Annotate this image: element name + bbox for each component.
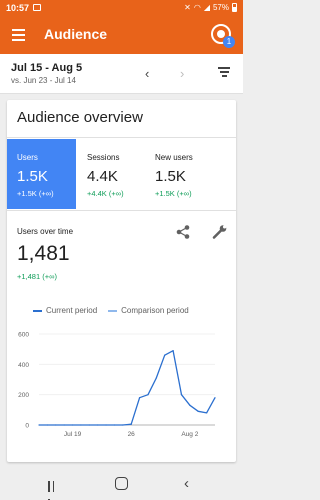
date-range-bar[interactable]: Jul 15 - Aug 5 vs. Jun 23 - Jul 14 ‹ › <box>0 54 243 94</box>
metric-new-users[interactable]: New users 1.5K +1.5K (+∞) <box>145 139 214 209</box>
next-period-icon[interactable]: › <box>180 66 184 81</box>
metric-label: Sessions <box>87 153 120 162</box>
status-bar: 10:57 ✕ ◠ ◢ 57% <box>0 0 243 16</box>
y-tick-label: 600 <box>18 332 29 339</box>
data-point <box>214 397 216 399</box>
menu-icon[interactable] <box>10 26 28 44</box>
legend-swatch <box>108 309 118 312</box>
x-tick-label: Jul 19 <box>64 431 82 438</box>
data-point <box>130 423 132 425</box>
data-point <box>197 410 199 412</box>
metric-value: 1.5K <box>155 168 186 185</box>
metric-delta: +4.4K (+∞) <box>87 189 124 198</box>
metric-users[interactable]: Users 1.5K +1.5K (+∞) <box>7 139 76 209</box>
legend-swatch <box>33 309 42 312</box>
app-bar: Audience 1 <box>0 16 243 54</box>
data-point <box>172 350 174 352</box>
divider <box>7 210 236 211</box>
status-icons: ✕ ◠ ◢ 57% <box>184 3 237 12</box>
legend-item: Current period <box>33 306 97 315</box>
data-point <box>88 424 90 426</box>
data-point <box>164 354 166 356</box>
metric-value: 1.5K <box>17 168 48 185</box>
wifi-icon: ◠ <box>193 3 201 12</box>
x-tick-label: Aug 2 <box>181 431 198 438</box>
metric-delta: +1.5K (+∞) <box>155 189 192 198</box>
recent-apps-icon[interactable] <box>48 479 60 500</box>
share-icon[interactable] <box>175 224 191 240</box>
divider <box>7 137 236 138</box>
data-point <box>180 394 183 396</box>
chart-legend: Current period Comparison period <box>33 306 200 315</box>
legend-label: Current period <box>46 306 98 315</box>
data-point <box>105 424 107 426</box>
data-point <box>138 397 141 399</box>
home-icon[interactable] <box>115 477 128 490</box>
data-point <box>80 424 82 426</box>
gallery-notification-icon <box>33 4 41 11</box>
data-point <box>38 424 40 426</box>
data-point <box>55 424 57 426</box>
metric-label: Users <box>17 153 38 162</box>
audience-overview-card: Audience overview Users 1.5K +1.5K (+∞) … <box>7 100 236 462</box>
series-line-current-period <box>39 350 216 426</box>
back-icon[interactable]: ‹ <box>184 475 189 492</box>
wrench-icon[interactable] <box>212 224 228 240</box>
data-point <box>147 394 149 396</box>
notification-badge: 1 <box>223 36 235 48</box>
y-tick-label: 200 <box>18 392 29 399</box>
data-point <box>63 424 65 426</box>
data-point <box>71 424 74 426</box>
system-nav-bar: ‹ <box>0 470 243 500</box>
data-point <box>155 377 157 379</box>
data-point <box>189 404 191 406</box>
x-tick-label: 26 <box>128 431 136 438</box>
battery-icon <box>232 3 237 12</box>
legend-label: Comparison period <box>121 306 189 315</box>
status-time: 10:57 <box>6 3 30 13</box>
data-point <box>206 412 208 414</box>
metric-sessions[interactable]: Sessions 4.4K +4.4K (+∞) <box>77 139 146 209</box>
metric-delta: +1.5K (+∞) <box>17 189 54 198</box>
date-range-comparison: vs. Jun 23 - Jul 14 <box>11 76 76 85</box>
metric-value: 4.4K <box>87 168 118 185</box>
metric-label: New users <box>155 153 193 162</box>
users-over-time-delta: +1,481 (+∞) <box>17 272 57 281</box>
data-point <box>122 424 124 426</box>
battery-text: 57% <box>212 3 229 12</box>
y-tick-label: 400 <box>18 362 29 369</box>
users-over-time-label: Users over time <box>17 227 74 236</box>
legend-item: Comparison period <box>108 306 189 315</box>
mute-icon: ✕ <box>184 3 191 12</box>
y-tick-label: 0 <box>25 423 29 430</box>
previous-period-icon[interactable]: ‹ <box>145 66 149 81</box>
signal-icon: ◢ <box>203 3 210 12</box>
filter-icon[interactable] <box>218 67 230 79</box>
page-title: Audience <box>44 26 108 42</box>
data-point <box>97 424 99 426</box>
date-range-current[interactable]: Jul 15 - Aug 5 <box>11 62 82 74</box>
data-point <box>46 424 48 426</box>
users-over-time-value: 1,481 <box>17 242 70 265</box>
data-point <box>113 424 116 426</box>
card-title: Audience overview <box>17 109 143 126</box>
users-over-time-chart: 0 200 400 600 Jul 19 26 Aug 2 <box>18 332 216 438</box>
